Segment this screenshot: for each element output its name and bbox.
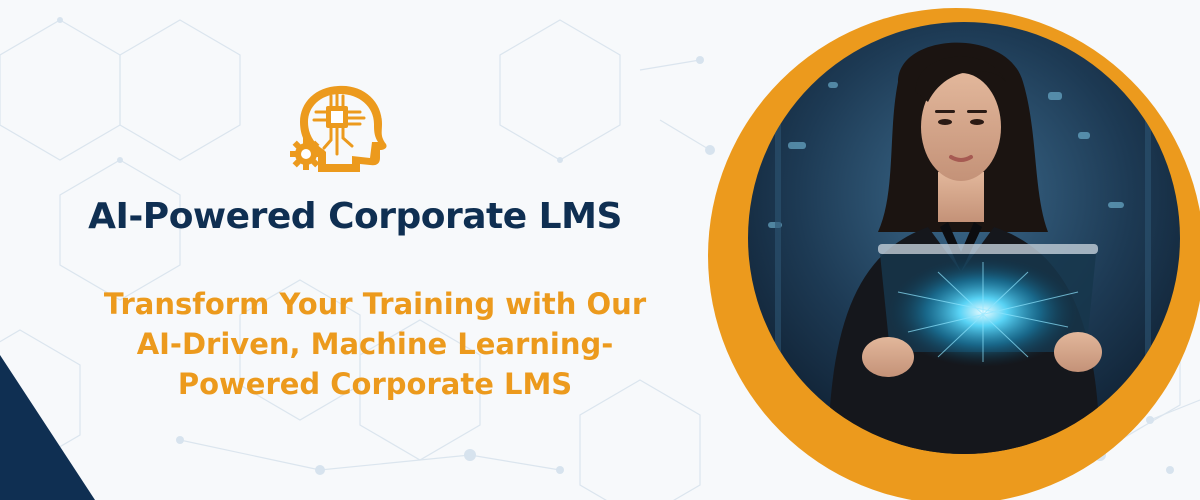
subtitle-line: AI-Driven, Machine Learning- bbox=[136, 327, 614, 361]
page-title: AI-Powered Corporate LMS bbox=[88, 196, 622, 237]
ai-head-chip-gear-icon bbox=[290, 85, 387, 172]
banner: AI-Powered Corporate LMS Transform Your … bbox=[0, 0, 1200, 500]
subtitle: Transform Your Training with Our AI-Driv… bbox=[40, 284, 710, 404]
subtitle-line: Transform Your Training with Our bbox=[103, 287, 647, 321]
woman-holding-holographic-tablet-image bbox=[748, 22, 1180, 454]
subtitle-line: Powered Corporate LMS bbox=[177, 367, 573, 401]
